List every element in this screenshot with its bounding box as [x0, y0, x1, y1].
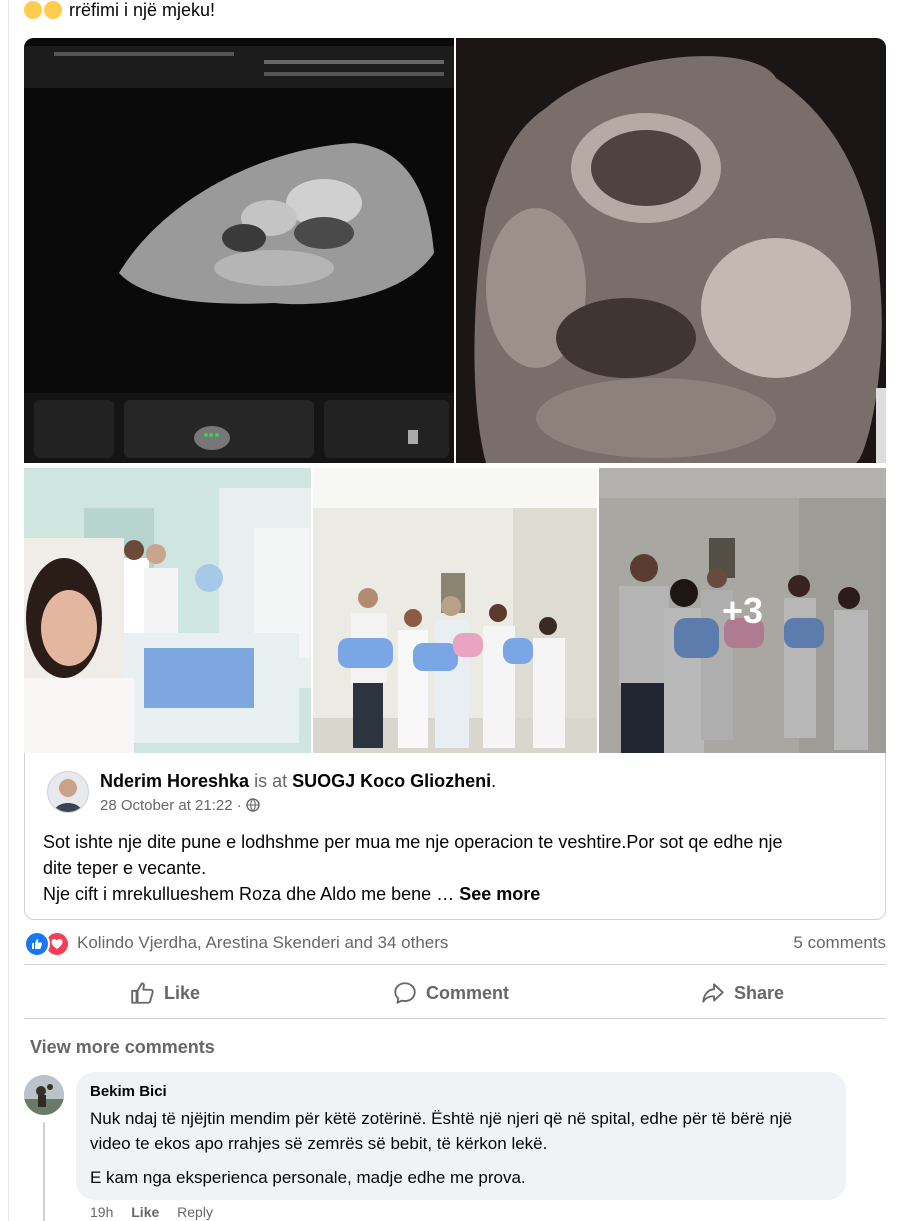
commenter-name[interactable]: Bekim Bici	[90, 1083, 167, 1100]
comment-time[interactable]: 19h	[90, 1204, 113, 1220]
reaction-icons[interactable]	[24, 931, 70, 957]
ultrasound-image-1	[24, 38, 454, 463]
author-name[interactable]: Nderim Horeshka	[100, 771, 249, 791]
photo-gallery: +3	[24, 38, 886, 753]
divider-bottom	[24, 1018, 886, 1019]
crying-face-emoji-icon	[44, 1, 62, 19]
heart-eyes-emoji-icon	[24, 1, 42, 19]
more-photos-count[interactable]: +3	[599, 468, 886, 753]
post-date: 28 October at 21:22 ·	[100, 797, 260, 814]
like-button-label: Like	[164, 982, 201, 1003]
is-at-label: is at	[254, 771, 288, 791]
post-text-tail: rrëfimi i një mjeku!	[24, 0, 215, 20]
commenter-avatar[interactable]	[24, 1075, 64, 1115]
feed-left-border	[8, 0, 9, 1221]
view-more-comments-link[interactable]: View more comments	[30, 1037, 215, 1058]
comment-button[interactable]: Comment	[392, 978, 509, 1008]
place-period: .	[491, 771, 497, 791]
like-button[interactable]: Like	[130, 978, 200, 1008]
comment-meta: 19h Like Reply	[90, 1204, 227, 1220]
reactions-bar: Kolindo Vjerdha, Arestina Skenderi and 3…	[24, 930, 886, 957]
post-actions: Like Comment Share	[24, 970, 886, 1016]
author-avatar-image	[48, 772, 88, 812]
ultrasound-photo-1[interactable]	[24, 38, 454, 463]
comment-text-part-1: Nuk ndaj të njëjtin mendim për këtë zotë…	[90, 1109, 793, 1153]
globe-icon	[246, 798, 260, 812]
commenter-avatar-image	[24, 1075, 64, 1115]
post-body-line-2: dite teper e vecante.	[43, 858, 207, 878]
corridor-group-image	[313, 468, 597, 753]
more-photos-tile[interactable]: +3	[599, 468, 886, 753]
see-more-link[interactable]: See more	[459, 884, 540, 904]
hospital-room-image	[24, 468, 311, 753]
comment-like-link[interactable]: Like	[131, 1204, 159, 1220]
ultrasound-image-2	[456, 38, 886, 463]
share-button-label: Share	[734, 982, 785, 1003]
author-avatar[interactable]	[47, 771, 89, 813]
checkin-card: Nderim Horeshka is at SUOGJ Koco Gliozhe…	[24, 753, 886, 920]
post-body-line-1: Sot ishte nje dite pune e lodhshme per m…	[43, 832, 783, 852]
thumbs-up-icon	[131, 982, 154, 1004]
hospital-room-photo[interactable]	[24, 468, 311, 753]
comments-count[interactable]: 5 comments	[793, 933, 886, 953]
comment-bubble-icon	[394, 982, 416, 1004]
divider-top	[24, 964, 886, 965]
comment-bubble: Bekim Bici Nuk ndaj të njëjtin mendim pë…	[76, 1072, 846, 1200]
share-arrow-icon	[702, 983, 724, 1003]
post-date-text[interactable]: 28 October at 21:22 ·	[100, 797, 242, 814]
post-body: Sot ishte nje dite pune e lodhshme per m…	[43, 829, 873, 907]
checkin-header: Nderim Horeshka is at SUOGJ Koco Gliozhe…	[100, 771, 496, 792]
ultrasound-photo-2[interactable]	[456, 38, 886, 463]
like-reaction-icon	[24, 931, 50, 957]
comment-reply-link[interactable]: Reply	[177, 1204, 213, 1220]
post-body-line-3: Nje cift i mrekullueshem Roza dhe Aldo m…	[43, 881, 873, 907]
corridor-group-photo[interactable]	[313, 468, 597, 753]
comment-text-part-2: E kam nga eksperienca personale, madje e…	[90, 1168, 526, 1187]
place-name[interactable]: SUOGJ Koco Gliozheni	[292, 771, 491, 791]
comment-button-label: Comment	[426, 982, 510, 1003]
post-text-tail-content: rrëfimi i një mjeku!	[69, 0, 216, 20]
share-button[interactable]: Share	[700, 978, 784, 1008]
comment-thread-line	[43, 1122, 45, 1221]
reaction-names[interactable]: Kolindo Vjerdha, Arestina Skenderi and 3…	[77, 933, 448, 953]
post-body-line-3-text: Nje cift i mrekullueshem Roza dhe Aldo m…	[43, 884, 455, 904]
